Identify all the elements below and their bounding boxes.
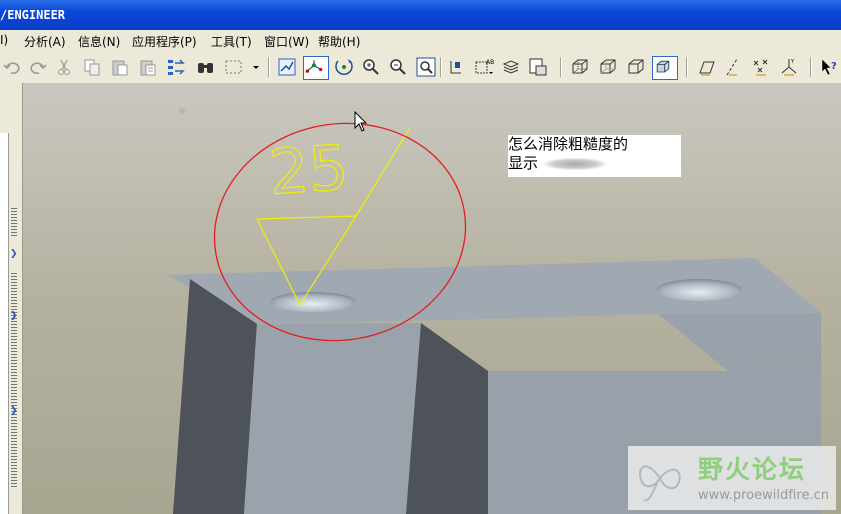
zoom-out-icon[interactable] xyxy=(388,57,408,77)
note-line-2: 显示 xyxy=(508,154,539,172)
menu-window[interactable]: 窗口(W) xyxy=(264,33,309,50)
datum-point-icon[interactable] xyxy=(446,57,466,77)
undo-icon[interactable] xyxy=(2,57,22,77)
refit-icon[interactable] xyxy=(416,57,436,77)
datum-dot xyxy=(179,108,185,114)
layers-icon[interactable] xyxy=(501,57,521,77)
datum-points-icon[interactable] xyxy=(751,57,771,77)
note-line-2-wrap: 显示 xyxy=(508,154,681,173)
sash-grip[interactable] xyxy=(11,273,17,488)
collapse-arrow-icon[interactable]: ❯ xyxy=(10,311,18,321)
svg-text:Y: Y xyxy=(790,59,795,65)
model-tree-panel: ❯ ❯ ❯ xyxy=(0,83,23,514)
menu-bar: I) 分析(A) 信息(N) 应用程序(P) 工具(T) 窗口(W) 帮助(H) xyxy=(0,30,841,52)
toolbar-separator xyxy=(686,57,688,77)
question-note: 怎么消除粗糙度的 显示 xyxy=(508,135,681,177)
butterfly-logo-icon xyxy=(639,465,681,502)
no-hidden-icon[interactable] xyxy=(626,57,646,77)
datum-axes-icon[interactable] xyxy=(723,57,743,77)
whats-this-icon[interactable]: ? xyxy=(819,57,839,77)
find-icon[interactable] xyxy=(196,57,216,77)
note-line-1: 怎么消除粗糙度的 xyxy=(508,135,629,153)
cut-icon[interactable] xyxy=(54,57,74,77)
hole xyxy=(656,279,742,301)
orient-icon[interactable] xyxy=(334,57,354,77)
sash-grip[interactable] xyxy=(11,208,17,238)
dropdown-icon[interactable] xyxy=(246,57,259,77)
collapse-arrow-icon[interactable]: ❯ xyxy=(10,249,18,259)
menu-help[interactable]: 帮助(H) xyxy=(318,33,360,50)
spin-center-icon[interactable] xyxy=(303,56,329,80)
hidden-line-icon[interactable] xyxy=(598,57,618,77)
paste-special-icon[interactable] xyxy=(138,57,158,77)
view-manager-icon[interactable] xyxy=(528,57,548,77)
title-bar: /ENGINEER xyxy=(0,0,841,30)
main-toolbar: AB Y ? xyxy=(0,51,841,84)
datum-planes-icon[interactable] xyxy=(696,57,716,77)
blurred-text xyxy=(544,157,607,170)
svg-text:?: ? xyxy=(831,61,837,72)
window-title: /ENGINEER xyxy=(0,8,66,22)
datum-display-icon[interactable] xyxy=(277,57,297,77)
toolbar-separator xyxy=(810,57,812,77)
roughness-value: 25 xyxy=(267,131,351,209)
mouse-cursor-icon xyxy=(354,111,368,132)
regenerate-icon[interactable] xyxy=(166,57,186,77)
menu-applications[interactable]: 应用程序(P) xyxy=(132,33,197,50)
svg-text:AB: AB xyxy=(486,59,494,66)
watermark-url: www.proewildfire.cn xyxy=(698,488,829,503)
wireframe-icon[interactable] xyxy=(570,57,590,77)
toolbar-separator xyxy=(440,57,442,77)
select-box-icon[interactable] xyxy=(224,57,244,77)
toolbar-separator xyxy=(560,57,562,77)
zoom-in-icon[interactable] xyxy=(361,57,381,77)
menu-analysis[interactable]: 分析(A) xyxy=(24,33,66,50)
watermark-title: 野火论坛 xyxy=(698,455,807,484)
menu-partial[interactable]: I) xyxy=(0,33,8,47)
hole xyxy=(270,292,356,312)
copy-icon[interactable] xyxy=(82,57,102,77)
menu-info[interactable]: 信息(N) xyxy=(78,33,120,50)
paste-icon[interactable] xyxy=(110,57,130,77)
toolbar-separator xyxy=(268,57,270,77)
redo-icon[interactable] xyxy=(28,57,48,77)
collapse-arrow-icon[interactable]: ❯ xyxy=(10,406,18,416)
shading-icon[interactable] xyxy=(652,56,678,80)
coordinate-systems-icon[interactable]: Y xyxy=(779,57,799,77)
front-face xyxy=(244,323,421,514)
model-tree-edge xyxy=(0,133,9,514)
annotation-icon[interactable]: AB xyxy=(474,57,494,77)
menu-tools[interactable]: 工具(T) xyxy=(211,33,252,50)
forum-watermark: 野火论坛 www.proewildfire.cn xyxy=(628,446,836,510)
